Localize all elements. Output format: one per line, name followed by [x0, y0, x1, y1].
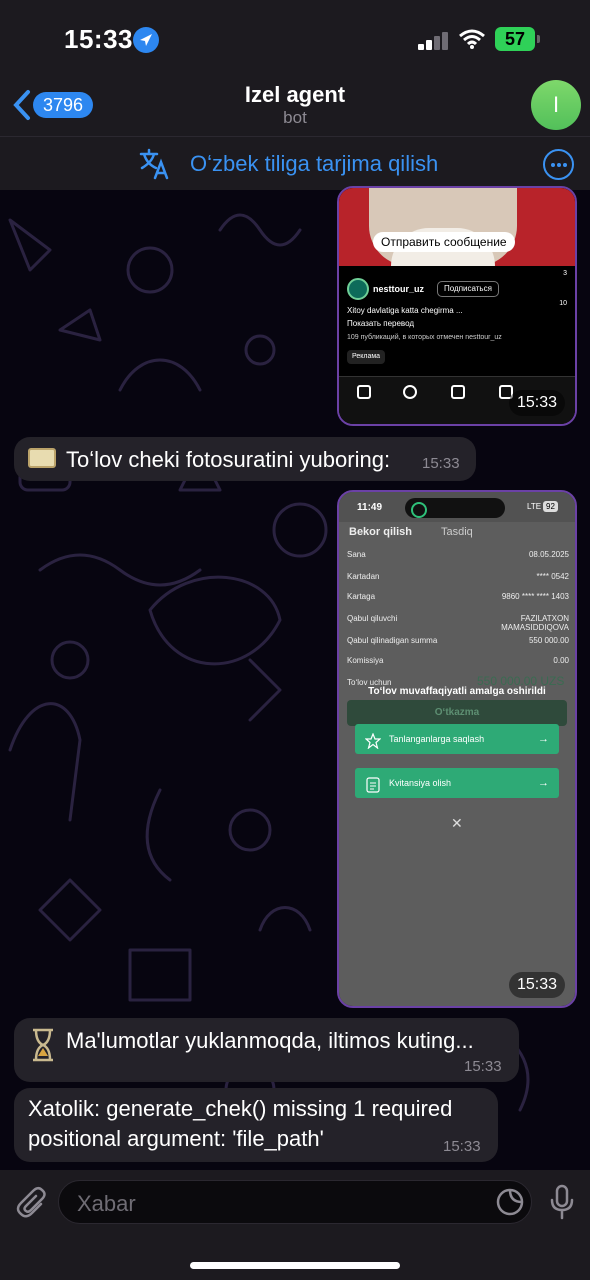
bot-avatar[interactable]: I [531, 80, 581, 130]
message-time: 15:33 [464, 1058, 502, 1075]
message-text-line: positional argument: 'file_path' [28, 1126, 324, 1151]
message-time: 15:33 [508, 390, 565, 416]
star-icon [364, 731, 382, 750]
status-time: 15:33 [64, 24, 133, 54]
receipt-tab-confirm: Tasdiq [441, 526, 473, 538]
microphone-icon[interactable] [548, 1184, 576, 1220]
wifi-icon [458, 28, 486, 50]
translate-bar[interactable]: Oʻzbek tiliga tarjima qilish [0, 136, 590, 190]
chat-subtitle: bot [283, 108, 307, 127]
receipt-status-time: 11:49 [357, 502, 383, 513]
row-label: Kartadan [347, 572, 380, 581]
translate-label[interactable]: Oʻzbek tiliga tarjima qilish [190, 151, 438, 177]
battery-indicator: 57 [495, 27, 540, 51]
chat-title[interactable]: Izel agent [0, 82, 590, 108]
message-text: Ma'lumotlar yuklanmoqda, iltimos kuting.… [66, 1028, 474, 1053]
button-label: Tanlanganlarga saqlash [389, 734, 485, 744]
receipt-row: Sana 08.05.2025 [347, 550, 569, 559]
instagram-screenshot: Отправить сообщение 3 10 nesttour_uz Под… [339, 188, 575, 424]
receipt-success-text: Toʻlov muvaffaqiyatli amalga oshirildi [368, 686, 546, 697]
location-arrow-icon [133, 27, 159, 53]
row-label: Komissiya [347, 656, 384, 665]
photo-message-instagram[interactable]: Отправить сообщение 3 10 nesttour_uz Под… [337, 186, 577, 426]
cellular-signal-icon [418, 30, 450, 50]
ig-ad-label: Реклама [347, 350, 386, 364]
photo-message-receipt[interactable]: 11:49 LTE 92 Bekor qilish Tasdiq Sana 08.… [337, 490, 577, 1008]
row-label: Qabul qiluvchi [347, 614, 398, 623]
arrow-right-icon: → [538, 777, 549, 789]
close-icon: ✕ [451, 815, 463, 831]
row-value: FAZILATXON MAMASIDDIQOVA [501, 614, 569, 632]
row-label: Qabul qilinadigan summa [347, 636, 438, 645]
pdf-icon [365, 775, 381, 793]
receipt-row: Qabul qiluvchi FAZILATXON MAMASIDDIQOVA [347, 614, 569, 632]
receipt-tab-cancel: Bekor qilish [349, 526, 412, 538]
ig-account-name: nesttour_uz [373, 284, 425, 294]
ig-follow-button: Подписаться [437, 281, 499, 297]
message-text-line: Xatolik: generate_chek() missing 1 requi… [28, 1096, 453, 1121]
more-options-button[interactable] [543, 149, 574, 180]
row-label: Kartaga [347, 592, 376, 601]
receipt-save-button: Tanlanganlarga saqlash → [355, 724, 559, 754]
row-value: 0.00 [553, 656, 569, 665]
receipt-screenshot: 11:49 LTE 92 Bekor qilish Tasdiq Sana 08.… [339, 492, 575, 1006]
translate-icon [138, 147, 172, 181]
receipt-network: LTE [527, 502, 542, 511]
message-time: 15:33 [508, 972, 565, 998]
ig-search-icon [403, 385, 417, 399]
row-value: 9860 **** **** 1403 [501, 592, 569, 601]
card-icon [28, 448, 56, 468]
ig-account-logo [347, 278, 369, 300]
status-bar: 15:33 57 [0, 0, 590, 80]
row-value: 08.05.2025 [528, 550, 569, 559]
message-bubble[interactable]: Ma'lumotlar yuklanmoqda, iltimos kuting.… [14, 1018, 519, 1082]
hourglass-icon [28, 1028, 58, 1062]
row-value: 550 000.00 [528, 636, 569, 645]
ig-send-message-pill: Отправить сообщение [373, 232, 515, 252]
message-input[interactable]: Xabar [58, 1180, 532, 1224]
ig-add-icon [451, 385, 465, 399]
dynamic-island [405, 498, 505, 518]
message-bubble[interactable]: Toʻlov cheki fotosuratini yuboring: 15:3… [14, 437, 476, 481]
home-indicator [190, 1262, 400, 1269]
receipt-row: Qabul qilinadigan summa 550 000.00 [347, 636, 569, 645]
receipt-row: Kartadan **** 0542 [347, 572, 569, 581]
ig-likes-text: 109 публикаций, в которых отмечен nestto… [347, 334, 502, 341]
ig-post-photo [339, 188, 575, 266]
chat-header: 3796 Izel agent bot I [0, 80, 590, 136]
message-text: Toʻlov cheki fotosuratini yuboring: [66, 447, 391, 472]
sticker-icon[interactable] [495, 1187, 525, 1217]
message-input-bar: Xabar [0, 1170, 590, 1280]
receipt-invoice-button: Kvitansiya olish → [355, 768, 559, 798]
ig-side-count: 3 [563, 270, 567, 277]
receipt-row: Kartaga 9860 **** **** 1403 [347, 592, 569, 601]
row-label: Sana [347, 550, 366, 559]
ig-side-count: 10 [559, 300, 567, 307]
receipt-row: Komissiya 0.00 [347, 656, 569, 665]
receipt-submit-button: Oʻtkazma [347, 700, 567, 726]
ig-caption: Xitoy davlatiga katta chegirma ... [347, 306, 463, 315]
message-time: 15:33 [443, 1138, 481, 1155]
receipt-status-bar: 11:49 LTE 92 [339, 492, 575, 522]
ig-home-icon [357, 385, 371, 399]
row-value: **** 0542 [536, 572, 569, 581]
message-bubble[interactable]: Xatolik: generate_chek() missing 1 requi… [14, 1088, 498, 1162]
button-label: Kvitansiya olish [389, 778, 452, 788]
message-input-placeholder: Xabar [77, 1191, 136, 1216]
paperclip-icon[interactable] [14, 1186, 46, 1218]
message-time: 15:33 [422, 455, 460, 472]
arrow-right-icon: → [538, 733, 549, 745]
receipt-battery: 92 [543, 501, 558, 512]
ig-show-translation: Показать перевод [347, 319, 415, 328]
